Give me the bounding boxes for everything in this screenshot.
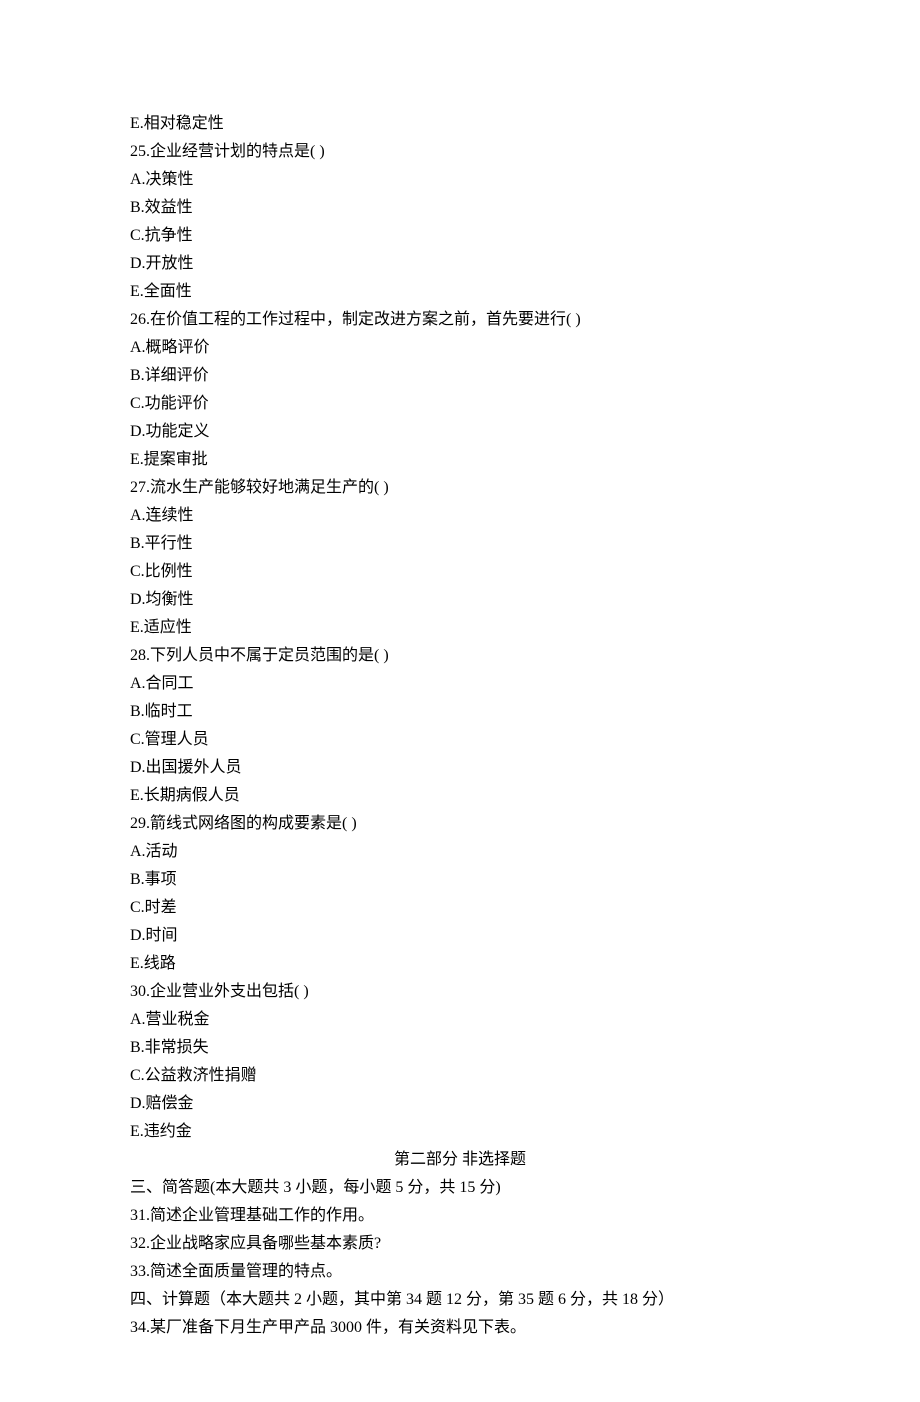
option-text: E.线路: [130, 950, 790, 978]
option-text: A.营业税金: [130, 1006, 790, 1034]
question-text: 33.简述全面质量管理的特点。: [130, 1258, 790, 1286]
option-text: D.赔偿金: [130, 1090, 790, 1118]
option-text: A.概略评价: [130, 334, 790, 362]
question-text: 30.企业营业外支出包括( ): [130, 978, 790, 1006]
option-text: B.详细评价: [130, 362, 790, 390]
option-text: B.效益性: [130, 194, 790, 222]
question-text: 26.在价值工程的工作过程中，制定改进方案之前，首先要进行( ): [130, 306, 790, 334]
option-text: A.活动: [130, 838, 790, 866]
option-text: C.公益救济性捐赠: [130, 1062, 790, 1090]
question-text: 27.流水生产能够较好地满足生产的( ): [130, 474, 790, 502]
option-text: B.事项: [130, 866, 790, 894]
option-text: C.功能评价: [130, 390, 790, 418]
question-text: 29.箭线式网络图的构成要素是( ): [130, 810, 790, 838]
option-text: D.开放性: [130, 250, 790, 278]
option-text: B.非常损失: [130, 1034, 790, 1062]
option-text: C.时差: [130, 894, 790, 922]
option-text: A.合同工: [130, 670, 790, 698]
section4-title: 四、计算题（本大题共 2 小题，其中第 34 题 12 分，第 35 题 6 分…: [130, 1286, 790, 1314]
option-text: C.比例性: [130, 558, 790, 586]
option-text: E.违约金: [130, 1118, 790, 1146]
option-text: C.管理人员: [130, 726, 790, 754]
option-text: E.长期病假人员: [130, 782, 790, 810]
question-text: 25.企业经营计划的特点是( ): [130, 138, 790, 166]
option-text: A.决策性: [130, 166, 790, 194]
option-text: A.连续性: [130, 502, 790, 530]
question-text: 34.某厂准备下月生产甲产品 3000 件，有关资料见下表。: [130, 1314, 790, 1342]
section-header: 第二部分 非选择题: [130, 1146, 790, 1174]
option-text: D.功能定义: [130, 418, 790, 446]
section3-title: 三、简答题(本大题共 3 小题，每小题 5 分，共 15 分): [130, 1174, 790, 1202]
option-text: C.抗争性: [130, 222, 790, 250]
option-text: D.均衡性: [130, 586, 790, 614]
option-text: E.相对稳定性: [130, 110, 790, 138]
option-text: D.时间: [130, 922, 790, 950]
option-text: D.出国援外人员: [130, 754, 790, 782]
question-text: 28.下列人员中不属于定员范围的是( ): [130, 642, 790, 670]
option-text: E.提案审批: [130, 446, 790, 474]
option-text: B.临时工: [130, 698, 790, 726]
option-text: B.平行性: [130, 530, 790, 558]
option-text: E.适应性: [130, 614, 790, 642]
page-container: E.相对稳定性 25.企业经营计划的特点是( ) A.决策性 B.效益性 C.抗…: [0, 0, 920, 1402]
question-text: 31.简述企业管理基础工作的作用。: [130, 1202, 790, 1230]
option-text: E.全面性: [130, 278, 790, 306]
question-text: 32.企业战略家应具备哪些基本素质?: [130, 1230, 790, 1258]
